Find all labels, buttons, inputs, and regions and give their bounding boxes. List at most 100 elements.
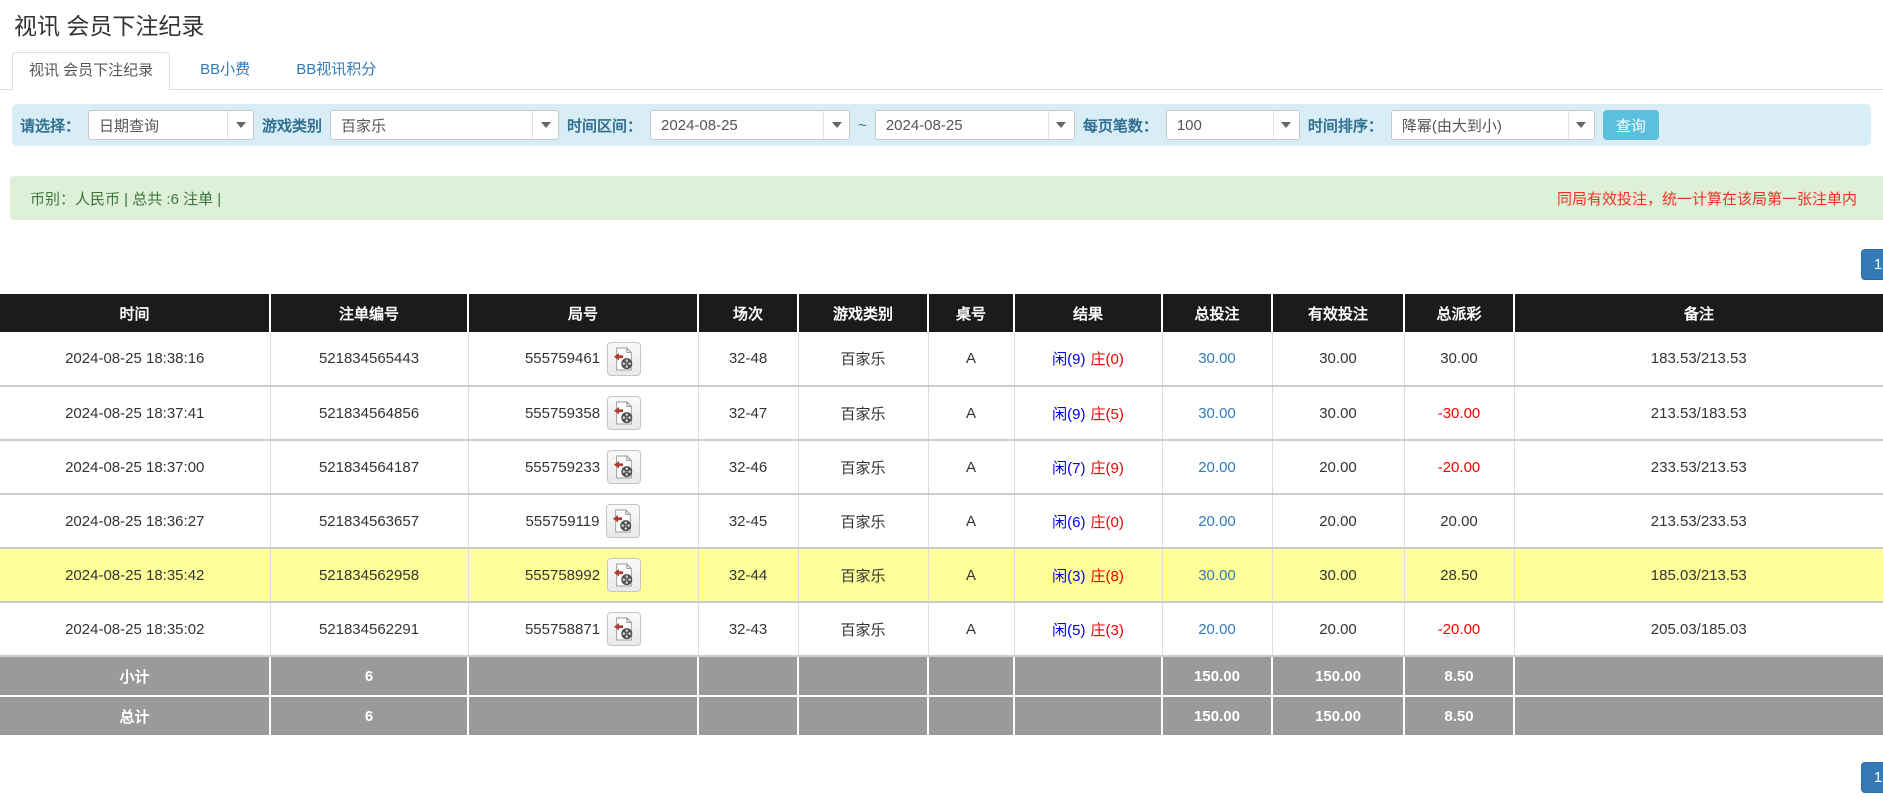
grand-total-row-cell-2 [468, 696, 698, 736]
date-from-select[interactable]: 2024-08-25 [650, 110, 850, 140]
chevron-down-icon [541, 122, 551, 128]
total-bet-link[interactable]: 30.00 [1198, 567, 1236, 584]
cell-table-number: A [928, 548, 1014, 602]
column-header-8: 有效投注 [1272, 294, 1404, 332]
cell-game-type: 百家乐 [798, 494, 928, 548]
cell-session: 32-44 [698, 548, 798, 602]
chevron-down-icon [1056, 122, 1066, 128]
chevron-down-icon [1281, 122, 1291, 128]
film-document-icon [613, 347, 635, 371]
grand-total-row-cell-8: 150.00 [1272, 696, 1404, 736]
chevron-down-icon [236, 122, 246, 128]
sort-order-label: 时间排序： [1308, 115, 1383, 136]
video-replay-button[interactable] [607, 612, 641, 646]
video-replay-button[interactable] [607, 342, 641, 376]
cell-total-bet: 20.00 [1162, 602, 1272, 656]
page-size-select[interactable]: 100 [1166, 110, 1300, 140]
round-number: 555758992 [525, 567, 600, 584]
result-banker: 庄(8) [1091, 568, 1124, 585]
cell-valid-bet: 20.00 [1272, 440, 1404, 494]
cell-result: 闲(6)庄(0) [1014, 494, 1162, 548]
cell-bet-id: 521834564187 [270, 440, 468, 494]
film-document-icon [613, 455, 635, 479]
subtotal-row-cell-0: 小计 [0, 656, 270, 696]
video-replay-button[interactable] [606, 504, 640, 538]
date-range-tilde: ~ [858, 117, 867, 134]
cell-note: 213.53/233.53 [1514, 494, 1883, 548]
pagination-page-1[interactable]: 1 [1861, 762, 1883, 793]
subtotal-row-cell-8: 150.00 [1272, 656, 1404, 696]
tab-betting-records[interactable]: 视讯 会员下注纪录 [12, 52, 170, 90]
column-header-9: 总派彩 [1404, 294, 1514, 332]
date-to-dropdown-button[interactable] [1048, 111, 1074, 139]
pagination-top: 1 [0, 249, 1883, 280]
cell-time: 2024-08-25 18:38:16 [0, 332, 270, 386]
grand-total-row-cell-10 [1514, 696, 1883, 736]
search-button[interactable]: 查询 [1603, 110, 1659, 140]
cell-session: 32-48 [698, 332, 798, 386]
round-number: 555759358 [525, 405, 600, 422]
page-size-label: 每页笔数： [1083, 115, 1158, 136]
filter-bar: 请选择： 日期查询 游戏类别 百家乐 时间区间： 2024-08-25 ~ 20… [12, 104, 1871, 146]
cell-payout: -20.00 [1404, 602, 1514, 656]
query-type-dropdown-button[interactable] [227, 111, 253, 139]
grand-total-row-cell-9: 8.50 [1404, 696, 1514, 736]
subtotal-row-cell-5 [928, 656, 1014, 696]
query-type-value: 日期查询 [89, 111, 227, 139]
cell-bet-id: 521834562291 [270, 602, 468, 656]
grand-total-row-cell-7: 150.00 [1162, 696, 1272, 736]
cell-round: 555759233 [468, 440, 698, 494]
cell-note: 233.53/213.53 [1514, 440, 1883, 494]
grand-total-row-cell-6 [1014, 696, 1162, 736]
column-header-3: 场次 [698, 294, 798, 332]
tab-bb-video-points[interactable]: BB视讯积分 [280, 52, 392, 90]
total-bet-link[interactable]: 30.00 [1198, 350, 1236, 367]
video-replay-button[interactable] [607, 558, 641, 592]
query-type-select[interactable]: 日期查询 [88, 110, 254, 140]
subtotal-row-cell-10 [1514, 656, 1883, 696]
cell-session: 32-45 [698, 494, 798, 548]
betting-records-table: 时间注单编号局号场次游戏类别桌号结果总投注有效投注总派彩备注 2024-08-2… [0, 294, 1883, 737]
cell-time: 2024-08-25 18:37:00 [0, 440, 270, 494]
cell-table-number: A [928, 332, 1014, 386]
cell-payout: 20.00 [1404, 494, 1514, 548]
cell-game-type: 百家乐 [798, 332, 928, 386]
game-type-label: 游戏类别 [262, 115, 322, 136]
video-replay-button[interactable] [607, 396, 641, 430]
cell-valid-bet: 20.00 [1272, 602, 1404, 656]
cell-game-type: 百家乐 [798, 386, 928, 440]
pagination-bottom: 1 [0, 762, 1883, 793]
result-player: 闲(3) [1052, 568, 1085, 585]
column-header-4: 游戏类别 [798, 294, 928, 332]
total-bet-link[interactable]: 20.00 [1198, 513, 1236, 530]
cell-time: 2024-08-25 18:36:27 [0, 494, 270, 548]
subtotal-row-cell-9: 8.50 [1404, 656, 1514, 696]
result-banker: 庄(0) [1091, 514, 1124, 531]
cell-game-type: 百家乐 [798, 548, 928, 602]
time-range-label: 时间区间： [567, 115, 642, 136]
sort-order-dropdown-button[interactable] [1568, 111, 1594, 139]
sort-order-select[interactable]: 降幂(由大到小) [1391, 110, 1595, 140]
total-bet-link[interactable]: 30.00 [1198, 405, 1236, 422]
total-bet-link[interactable]: 20.00 [1198, 621, 1236, 638]
cell-note: 213.53/183.53 [1514, 386, 1883, 440]
table-row: 2024-08-25 18:37:00 521834564187 5557592… [0, 440, 1883, 494]
total-bet-link[interactable]: 20.00 [1198, 459, 1236, 476]
date-to-select[interactable]: 2024-08-25 [875, 110, 1075, 140]
cell-total-bet: 30.00 [1162, 386, 1272, 440]
grand-total-row-cell-0: 总计 [0, 696, 270, 736]
film-document-icon [613, 563, 635, 587]
date-from-dropdown-button[interactable] [823, 111, 849, 139]
table-row: 2024-08-25 18:37:41 521834564856 5557593… [0, 386, 1883, 440]
tab-bb-tips[interactable]: BB小费 [184, 52, 266, 90]
cell-bet-id: 521834565443 [270, 332, 468, 386]
page-size-dropdown-button[interactable] [1273, 111, 1299, 139]
game-type-select[interactable]: 百家乐 [330, 110, 559, 140]
pagination-page-1[interactable]: 1 [1861, 249, 1883, 280]
game-type-dropdown-button[interactable] [532, 111, 558, 139]
currency-total-text: 币别：人民币 | 总共 :6 注单 | [30, 188, 221, 209]
cell-valid-bet: 30.00 [1272, 386, 1404, 440]
cell-result: 闲(9)庄(5) [1014, 386, 1162, 440]
cell-table-number: A [928, 494, 1014, 548]
video-replay-button[interactable] [607, 450, 641, 484]
